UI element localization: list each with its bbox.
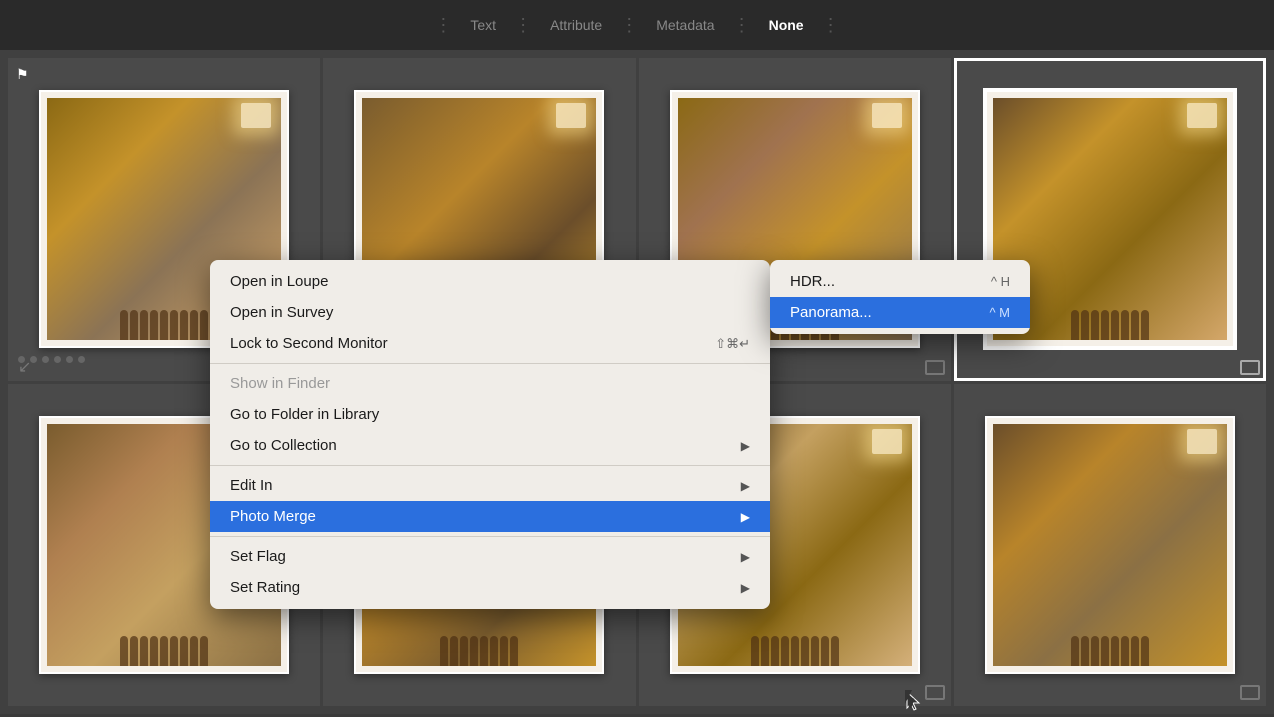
stack-icon-1: ↙ [18,357,31,377]
arrow-set-rating: ▶ [741,581,750,595]
window-light-7 [872,429,902,454]
menu-item-photo-merge[interactable]: Photo Merge ▶ [210,501,770,532]
top-bar: ⋮ Text ⋮ Attribute ⋮ Metadata ⋮ None ⋮ [0,0,1274,50]
context-menu: Open in Loupe Open in Survey Lock to Sec… [210,260,770,609]
submenu-item-hdr[interactable]: HDR... ^ H [770,266,1030,297]
divider-1 [210,363,770,364]
divider-3 [210,536,770,537]
separator-2: ⋮ [514,15,532,36]
menu-item-go-folder[interactable]: Go to Folder in Library [210,399,770,430]
menu-label-set-flag: Set Flag [230,548,286,565]
flag-icon-1: ⚑ [16,66,30,80]
tab-attribute[interactable]: Attribute [536,11,616,39]
tab-none[interactable]: None [755,11,818,39]
arrow-photo-merge: ▶ [741,510,750,524]
menu-item-open-loupe[interactable]: Open in Loupe [210,266,770,297]
window-light-2 [556,103,586,128]
badge-8 [1240,685,1260,700]
menu-label-lock-second: Lock to Second Monitor [230,335,388,352]
submenu-label-hdr: HDR... [790,273,835,290]
photo-wrapper-8 [985,416,1235,674]
window-light-3 [872,103,902,128]
main-content: ⚑ ↙ [0,50,1274,714]
menu-label-go-collection: Go to Collection [230,437,337,454]
photo-img-8 [993,424,1227,666]
arrow-go-collection: ▶ [741,439,750,453]
menu-label-show-finder: Show in Finder [230,375,330,392]
menu-label-go-folder: Go to Folder in Library [230,406,379,423]
menu-item-show-finder[interactable]: Show in Finder [210,368,770,399]
tab-text[interactable]: Text [456,11,510,39]
submenu-label-panorama: Panorama... [790,304,872,321]
menu-label-open-survey: Open in Survey [230,304,333,321]
submenu-shortcut-panorama: ^ M [989,305,1010,320]
menu-label-open-loupe: Open in Loupe [230,273,328,290]
people-8 [993,521,1227,666]
badge-3 [925,360,945,375]
tab-metadata[interactable]: Metadata [642,11,728,39]
arrow-set-flag: ▶ [741,550,750,564]
filter-tabs: ⋮ Text ⋮ Attribute ⋮ Metadata ⋮ None ⋮ [430,11,843,39]
separator-4: ⋮ [733,15,751,36]
menu-item-set-flag[interactable]: Set Flag ▶ [210,541,770,572]
window-light-4 [1187,103,1217,128]
badge-4 [1240,360,1260,375]
window-light-8 [1187,429,1217,454]
sub-menu-photo-merge: HDR... ^ H Panorama... ^ M [770,260,1030,334]
menu-item-open-survey[interactable]: Open in Survey [210,297,770,328]
menu-label-edit-in: Edit In [230,477,273,494]
separator-3: ⋮ [620,15,638,36]
menu-item-set-rating[interactable]: Set Rating ▶ [210,572,770,603]
menu-item-edit-in[interactable]: Edit In ▶ [210,470,770,501]
shortcut-lock-second: ⇧⌘↵ [715,336,750,352]
badge-7 [925,685,945,700]
separator-5: ⋮ [822,15,840,36]
arrow-edit-in: ▶ [741,479,750,493]
photo-cell-8[interactable] [954,384,1266,707]
window-light-1 [241,103,271,128]
menu-label-photo-merge: Photo Merge [230,508,316,525]
menu-item-lock-second[interactable]: Lock to Second Monitor ⇧⌘↵ [210,328,770,359]
separator-1: ⋮ [434,15,452,36]
submenu-item-panorama[interactable]: Panorama... ^ M [770,297,1030,328]
divider-2 [210,465,770,466]
submenu-shortcut-hdr: ^ H [991,274,1010,289]
menu-label-set-rating: Set Rating [230,579,300,596]
menu-item-go-collection[interactable]: Go to Collection ▶ [210,430,770,461]
